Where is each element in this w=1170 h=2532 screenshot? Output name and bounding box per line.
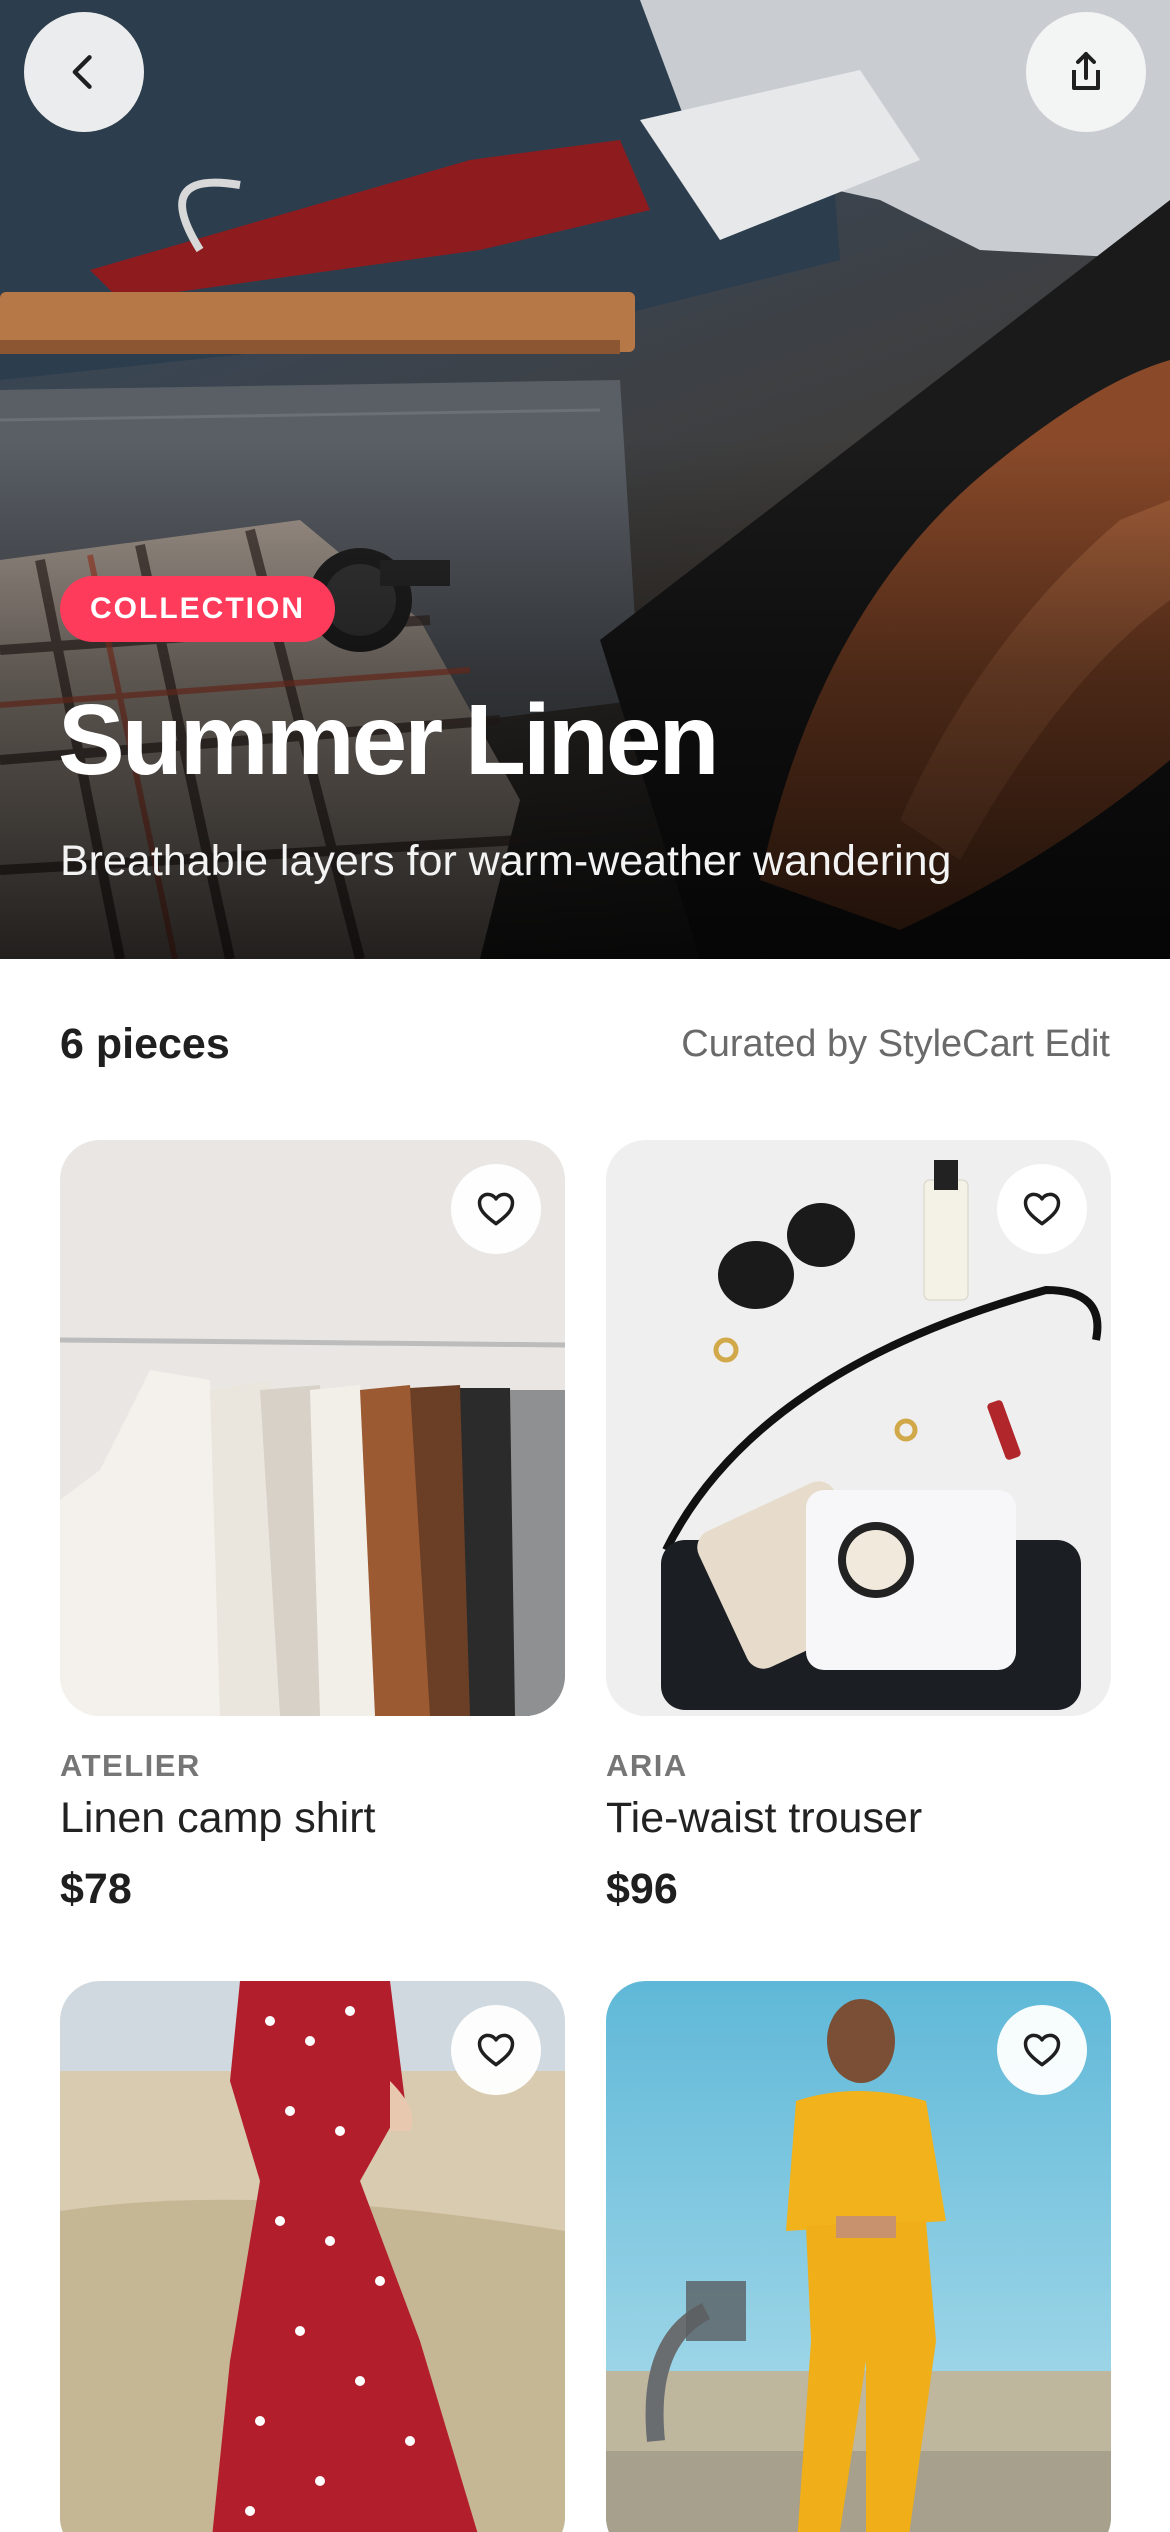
heart-icon	[1023, 2033, 1061, 2067]
page-subtitle: Breathable layers for warm-weather wande…	[60, 837, 952, 885]
hero-banner	[0, 0, 1170, 959]
piece-count: 6 pieces	[60, 1020, 230, 1068]
product-card[interactable]	[60, 1981, 565, 2532]
product-brand: ATELIER	[60, 1748, 201, 1783]
share-button[interactable]	[1026, 12, 1146, 132]
page-title: Summer Linen	[58, 684, 720, 796]
curator-label: Curated by StyleCart Edit	[681, 1023, 1110, 1065]
heart-icon	[477, 2033, 515, 2067]
favorite-button[interactable]	[451, 2005, 541, 2095]
share-icon	[1072, 52, 1100, 90]
collection-meta: 6 pieces Curated by StyleCart Edit	[60, 1020, 1110, 1069]
product-name[interactable]: Linen camp shirt	[60, 1794, 565, 1843]
product-image[interactable]	[606, 1140, 1111, 1716]
product-brand: ARIA	[606, 1748, 688, 1783]
favorite-button[interactable]	[451, 1164, 541, 1254]
product-image[interactable]	[60, 1140, 565, 1716]
chevron-left-icon	[72, 55, 92, 89]
product-card[interactable]: ARIA Tie-waist trouser $96	[606, 1140, 1111, 1914]
product-card[interactable]: ATELIER Linen camp shirt $78	[60, 1140, 565, 1914]
heart-icon	[477, 1192, 515, 1226]
product-price: $96	[606, 1865, 678, 1913]
heart-icon	[1023, 1192, 1061, 1226]
collection-badge: COLLECTION	[60, 576, 335, 642]
product-image[interactable]	[606, 1981, 1111, 2532]
product-price: $78	[60, 1865, 132, 1913]
product-name[interactable]: Tie-waist trouser	[606, 1794, 1111, 1843]
back-button[interactable]	[24, 12, 144, 132]
product-image[interactable]	[60, 1981, 565, 2532]
product-card[interactable]	[606, 1981, 1111, 2532]
favorite-button[interactable]	[997, 2005, 1087, 2095]
favorite-button[interactable]	[997, 1164, 1087, 1254]
